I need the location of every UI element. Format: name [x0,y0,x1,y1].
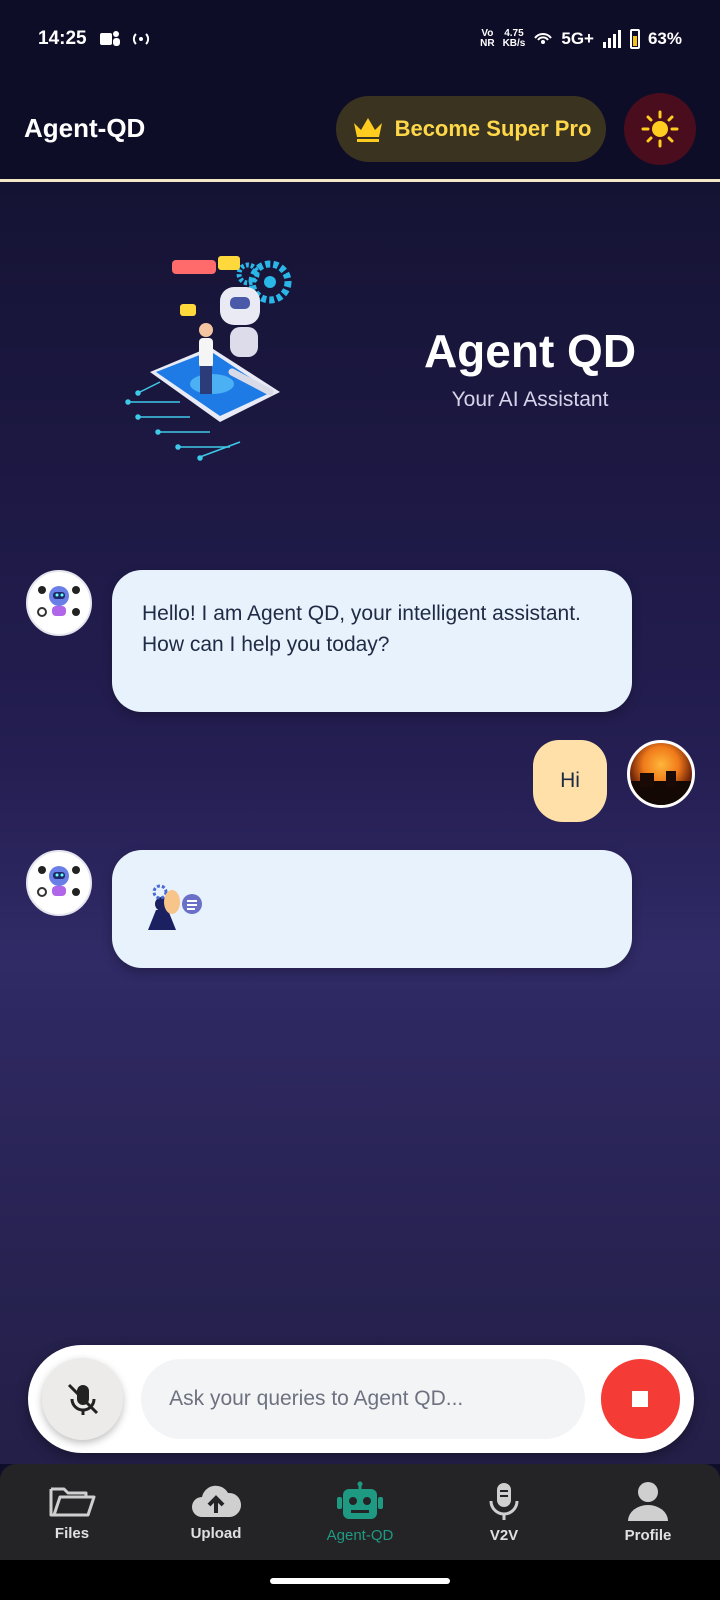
network-speed: 4.75 KB/s [502,28,526,49]
user-message-bubble: Hi [533,740,607,822]
nav-item-agent-qd[interactable]: Agent-QD [290,1481,430,1544]
app-header: Agent-QD Become Super Pro [0,78,720,182]
robot-avatar-icon [37,586,80,617]
nav-item-profile[interactable]: Profile [578,1481,718,1544]
bot-avatar [26,570,92,636]
stop-button[interactable] [600,1359,680,1439]
bot-typing-bubble [112,850,632,968]
crown-icon [353,117,382,142]
bot-message-bubble: Hello! I am Agent QD, your intelligent a… [112,570,632,712]
nav-item-upload[interactable]: Upload [146,1483,286,1542]
folder-icon [49,1487,96,1516]
assistant-illustration [125,256,292,461]
query-input[interactable] [141,1359,585,1439]
mic-mute-button[interactable] [42,1358,124,1440]
robot-icon [337,1481,383,1519]
nav-label-upload: Upload [190,1524,242,1542]
hero-subtitle: Your AI Assistant [451,388,609,411]
nav-label-profile: Profile [624,1526,672,1544]
cloud-upload-icon [192,1485,242,1517]
nav-label-v2v: V2V [489,1526,519,1544]
volte-indicator: Vo NR [480,28,495,49]
bot-avatar [26,850,92,916]
chat-area[interactable]: Agent QD Your AI Assistant Hello! I am A… [0,182,720,1464]
person-icon [628,1481,668,1521]
super-pro-label: Become Super Pro [394,115,592,141]
sun-icon [641,110,679,147]
stop-icon [632,1391,649,1407]
nav-item-files[interactable]: Files [2,1483,142,1542]
battery-icon [629,29,640,49]
mic-off-icon [67,1383,98,1415]
bot-message-text: Hello! I am Agent QD, your intelligent a… [142,602,581,656]
hotspot-icon [132,33,149,45]
gesture-bar [0,1560,720,1600]
nav-label-files: Files [54,1524,90,1542]
status-time: 14:25 [38,28,87,49]
user-avatar[interactable] [627,740,695,808]
robot-avatar-icon [37,866,80,897]
nav-label-agent-qd: Agent-QD [326,1526,394,1544]
user-message-text: Hi [560,769,580,792]
network-type: 5G+ [561,29,594,48]
hero-title: Agent QD [423,325,637,377]
microphone-icon [489,1482,519,1520]
signal-icon [602,30,621,48]
app-title: Agent-QD [24,113,146,143]
battery-percent: 63% [647,29,682,48]
user-photo [630,771,692,805]
status-bar: 14:25 Vo NR 4.75 KB/s 5G+ 63% [0,0,720,78]
nav-item-v2v[interactable]: V2V [434,1481,574,1544]
theme-toggle-button[interactable] [624,92,696,165]
home-indicator[interactable] [270,1578,450,1584]
teams-icon [99,31,120,46]
become-super-pro-button[interactable]: Become Super Pro [336,95,606,162]
thinking-icon [148,884,202,930]
bottom-navigation: Files Upload Agent-QD V2V Profile [0,1464,720,1560]
wifi-calling-icon [534,33,553,44]
chat-input-bar [28,1345,694,1453]
